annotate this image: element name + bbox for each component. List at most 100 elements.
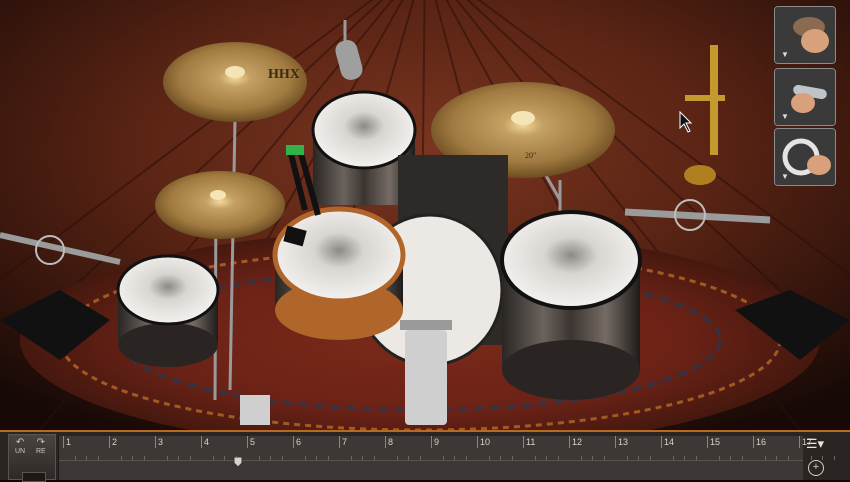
ruler-bar-tick — [385, 436, 386, 448]
ruler-beat-tick — [350, 456, 352, 460]
dropdown-arrow-icon: ▼ — [781, 112, 789, 121]
cymbal-brand-1: HHX — [268, 67, 300, 82]
ruler-beat-tick — [764, 456, 766, 460]
ruler-beat-tick — [718, 456, 720, 460]
ruler-beat-tick — [419, 456, 421, 460]
menu-icon[interactable]: ☰▾ — [804, 436, 826, 456]
drum-kit-scene: HHX 20" — [0, 0, 850, 430]
ruler-bar-tick — [247, 436, 248, 448]
ruler-bar-number: 10 — [480, 437, 491, 447]
ruler-bar-number: 5 — [250, 437, 256, 447]
ruler-bar-tick — [707, 436, 708, 448]
ruler-bar-number: 6 — [296, 437, 302, 447]
ruler-bar-tick — [63, 436, 64, 448]
ruler-beat-tick — [810, 456, 812, 460]
ruler-beat-tick — [120, 456, 122, 460]
ruler-bar-tick — [569, 436, 570, 448]
ruler-bar-number: 2 — [112, 437, 118, 447]
ruler-bar-number: 11 — [526, 437, 536, 447]
ruler-beat-tick — [396, 456, 398, 460]
redo-icon: ↷ — [36, 437, 46, 448]
ruler-beat-tick — [178, 456, 179, 460]
undo-icon: ↶ — [15, 437, 25, 448]
ruler-beat-tick — [270, 456, 271, 460]
ruler-bar-number: 14 — [664, 437, 675, 447]
redo-label: RE — [36, 448, 46, 455]
ruler-beat-tick — [684, 456, 685, 460]
dropdown-arrow-icon: ▼ — [781, 172, 789, 181]
snare-drum — [272, 206, 406, 340]
add-icon[interactable]: + — [808, 460, 824, 476]
ruler-beat-tick — [534, 456, 536, 460]
ruler-beat-tick — [822, 456, 823, 460]
ruler-beat-tick — [281, 456, 283, 460]
timeline-bar: ↶ UN ↷ RE 1 2 3 4 5 6 7 8 9 10 11 12 13 14 15 16 17 ☰▾ + — [0, 430, 850, 482]
ruler-beat-tick — [258, 456, 260, 460]
undo-button[interactable]: ↶ UN — [15, 437, 25, 456]
drum-kit-stage: HHX 20" ▼ ▼ ▼ — [0, 0, 850, 430]
ruler-beat-tick — [626, 456, 628, 460]
ruler-bar-number: 4 — [204, 437, 210, 447]
ruler-bar-tick — [753, 436, 754, 448]
crash-cymbal — [155, 171, 285, 239]
ruler-beat-tick — [500, 456, 501, 460]
ruler-bar-tick — [201, 436, 202, 448]
ruler-beat-tick — [695, 456, 697, 460]
ruler-beat-tick — [580, 456, 582, 460]
playhead-marker[interactable] — [233, 454, 243, 468]
ruler-beat-tick — [546, 456, 547, 460]
ruler-beat-tick — [592, 456, 593, 460]
ruler-bar-number: 9 — [434, 437, 440, 447]
ruler-beat-tick — [465, 456, 467, 460]
ruler-bar-number: 3 — [158, 437, 164, 447]
ruler-bar-tick — [155, 436, 156, 448]
instrument-shaker-hands-button[interactable]: ▼ — [774, 6, 836, 64]
cymbal-brand-2: 20" — [525, 151, 536, 160]
ruler-beat-tick — [212, 456, 214, 460]
ruler-beat-tick — [316, 456, 317, 460]
ruler-beat-tick — [132, 456, 133, 460]
ruler-beat-tick — [603, 456, 605, 460]
ruler-beat-tick — [97, 456, 99, 460]
ruler-beat-tick — [166, 456, 168, 460]
ruler-beat-tick — [362, 456, 363, 460]
ruler-beat-tick — [638, 456, 639, 460]
kick-pedal — [400, 320, 452, 425]
ruler-bar-tick — [523, 436, 524, 448]
ruler-bar-tick — [431, 436, 432, 448]
ruler-bar-number: 7 — [342, 437, 348, 447]
ruler-beat-tick — [454, 456, 455, 460]
ruler-bar-tick — [109, 436, 110, 448]
ruler-beat-tick — [86, 456, 87, 460]
hihat-pedal — [240, 395, 270, 425]
ruler-bar-tick — [293, 436, 294, 448]
ruler-beat-tick — [730, 456, 731, 460]
transport-button[interactable] — [22, 472, 46, 482]
ruler-beat-tick — [189, 456, 191, 460]
ruler-beat-tick — [143, 456, 145, 460]
ruler-beat-tick — [833, 456, 835, 460]
ruler-bar-number: 1 — [66, 437, 72, 447]
timeline-ruler[interactable]: 1 2 3 4 5 6 7 8 9 10 11 12 13 14 15 16 17 — [58, 436, 835, 480]
ruler-beat-tick — [741, 456, 743, 460]
dropdown-arrow-icon: ▼ — [781, 50, 789, 59]
ruler-bar-tick — [477, 436, 478, 448]
ruler-bar-number: 12 — [572, 437, 583, 447]
ruler-beat-tick — [224, 456, 225, 460]
ruler-beat-tick — [74, 456, 76, 460]
instrument-shaker-tube-button[interactable]: ▼ — [774, 68, 836, 126]
ruler-beat-tick — [557, 456, 559, 460]
instrument-tambourine-button[interactable]: ▼ — [774, 128, 836, 186]
ruler-bar-tick — [799, 436, 800, 448]
ruler-bar-tick — [661, 436, 662, 448]
ruler-beat-tick — [304, 456, 306, 460]
ruler-beat-tick — [649, 456, 651, 460]
ruler-bar-tick — [339, 436, 340, 448]
ruler-bar-tick — [615, 436, 616, 448]
ruler-bar-number: 8 — [388, 437, 394, 447]
ruler-beat-tick — [488, 456, 490, 460]
ruler-beat-tick — [442, 456, 444, 460]
ruler-bar-number: 16 — [756, 437, 767, 447]
redo-button[interactable]: ↷ RE — [36, 437, 46, 456]
ruler-bar-number: 13 — [618, 437, 629, 447]
